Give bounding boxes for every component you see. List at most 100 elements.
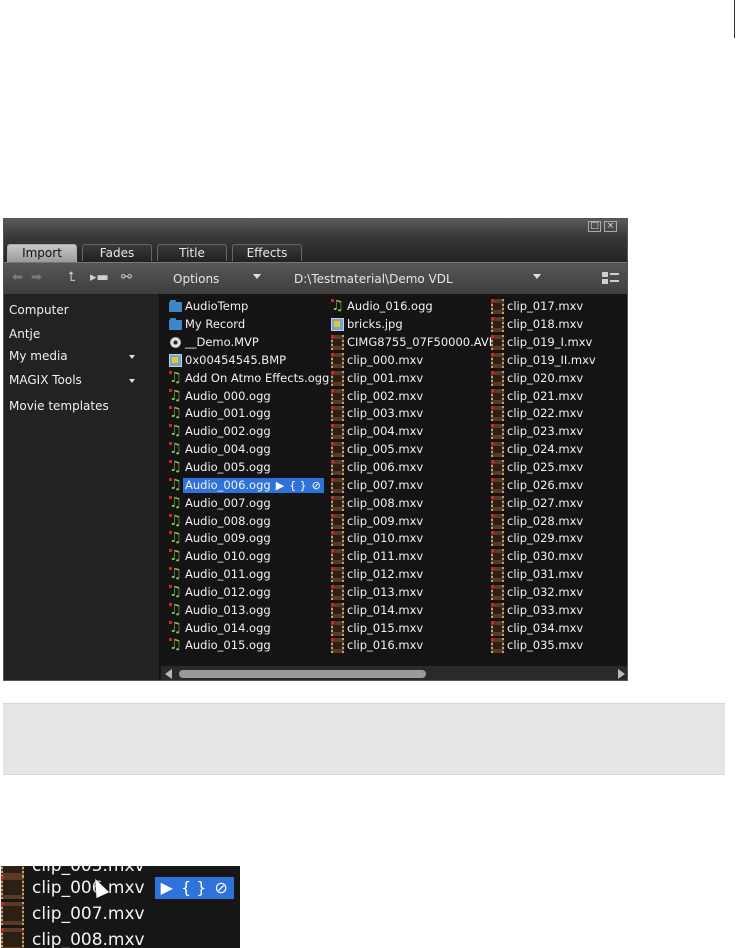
file-item[interactable]: ♫ Audio_006.ogg ▶ { } ⊘ bbox=[169, 476, 329, 494]
file-item[interactable]: clip_015.mxv bbox=[331, 619, 492, 637]
file-item[interactable]: clip_029.mxv bbox=[491, 530, 596, 548]
file-item[interactable]: clip_026.mxv bbox=[491, 476, 596, 494]
file-name[interactable]: __Demo.MVP bbox=[185, 335, 259, 350]
path-dropdown-caret-icon[interactable] bbox=[533, 274, 541, 279]
file-item[interactable]: clip_013.mxv bbox=[331, 584, 492, 602]
file-item[interactable]: clip_035.mxv bbox=[491, 637, 596, 655]
file-item[interactable]: 0x00454545.BMP bbox=[169, 352, 329, 370]
file-item[interactable]: ♫ Audio_005.ogg bbox=[169, 459, 329, 477]
file-name[interactable]: clip_020.mxv bbox=[507, 371, 583, 386]
file-name[interactable]: Audio_001.ogg bbox=[185, 406, 271, 421]
file-item[interactable]: clip_020.mxv bbox=[491, 369, 596, 387]
file-item[interactable]: clip_025.mxv bbox=[491, 459, 596, 477]
file-item[interactable]: clip_005.mxv bbox=[331, 441, 492, 459]
file-item[interactable]: CIMG8755_07F50000.AVI bbox=[331, 334, 492, 352]
sidebar-item-movie-templates[interactable]: Movie templates bbox=[9, 398, 109, 414]
file-name[interactable]: clip_026.mxv bbox=[507, 478, 583, 493]
folder-view-icon[interactable]: ▸▬ bbox=[90, 271, 109, 285]
file-item[interactable]: clip_034.mxv bbox=[491, 619, 596, 637]
file-item[interactable]: clip_023.mxv bbox=[491, 423, 596, 441]
file-name[interactable]: clip_011.mxv bbox=[347, 549, 423, 564]
cancel-icon[interactable]: ⊘ bbox=[214, 878, 227, 897]
file-name[interactable]: Audio_009.ogg bbox=[185, 531, 271, 546]
file-item[interactable]: ♫ Audio_015.ogg bbox=[169, 637, 329, 655]
file-name[interactable]: clip_019_I.mxv bbox=[507, 335, 592, 350]
file-name[interactable]: Audio_011.ogg bbox=[185, 567, 271, 582]
file-item[interactable]: clip_003.mxv bbox=[331, 405, 492, 423]
file-name[interactable]: clip_013.mxv bbox=[347, 585, 423, 600]
file-name[interactable]: My Record bbox=[185, 317, 245, 332]
file-item[interactable]: clip_011.mxv bbox=[331, 548, 492, 566]
file-name[interactable]: bricks.jpg bbox=[347, 317, 403, 332]
file-name[interactable]: AudioTemp bbox=[185, 299, 248, 314]
file-item[interactable]: ♫ Audio_012.ogg bbox=[169, 584, 329, 602]
file-item[interactable]: ♫ Add On Atmo Effects.ogg bbox=[169, 369, 329, 387]
scrollbar-thumb[interactable] bbox=[179, 670, 426, 678]
file-item[interactable]: clip_028.mxv bbox=[491, 512, 596, 530]
options-menu[interactable]: Options bbox=[173, 271, 219, 287]
file-name[interactable]: clip_004.mxv bbox=[347, 424, 423, 439]
file-name[interactable]: Audio_014.ogg bbox=[185, 621, 271, 636]
file-name[interactable]: clip_006.mxv bbox=[347, 460, 423, 475]
file-name[interactable]: Audio_010.ogg bbox=[185, 549, 271, 564]
file-item[interactable]: ♫ Audio_013.ogg bbox=[169, 601, 329, 619]
file-name[interactable]: 0x00454545.BMP bbox=[185, 353, 286, 368]
file-name[interactable]: Audio_006.ogg bbox=[183, 477, 273, 493]
sidebar-item-computer[interactable]: Computer bbox=[9, 302, 69, 318]
file-name[interactable]: clip_002.mxv bbox=[347, 389, 423, 404]
file-name[interactable]: clip_017.mxv bbox=[507, 299, 583, 314]
file-item[interactable]: clip_001.mxv bbox=[331, 369, 492, 387]
file-item[interactable]: ♫ Audio_001.ogg bbox=[169, 405, 329, 423]
file-name[interactable]: clip_021.mxv bbox=[507, 389, 583, 404]
file-name[interactable]: clip_009.mxv bbox=[347, 514, 423, 529]
file-name[interactable]: clip_035.mxv bbox=[507, 638, 583, 653]
file-name[interactable]: clip_031.mxv bbox=[507, 567, 583, 582]
file-name[interactable]: clip_014.mxv bbox=[347, 603, 423, 618]
file-item[interactable]: clip_006.mxv bbox=[331, 459, 492, 477]
chevron-down-icon[interactable] bbox=[129, 379, 135, 383]
file-name[interactable]: clip_022.mxv bbox=[507, 406, 583, 421]
file-name[interactable]: clip_027.mxv bbox=[507, 496, 583, 511]
file-name[interactable]: clip_024.mxv bbox=[507, 442, 583, 457]
file-item[interactable]: clip_002.mxv bbox=[331, 387, 492, 405]
view-mode-icon[interactable] bbox=[602, 272, 619, 285]
chevron-down-icon[interactable] bbox=[129, 355, 135, 359]
file-item[interactable]: ♫ Audio_016.ogg bbox=[331, 298, 492, 316]
file-item[interactable]: My Record bbox=[169, 316, 329, 334]
folder-up-icon[interactable]: ⮤ bbox=[68, 271, 76, 285]
file-name[interactable]: Audio_012.ogg bbox=[185, 585, 271, 600]
braces-icon[interactable]: { } bbox=[289, 479, 307, 492]
file-name[interactable]: clip_005.mxv bbox=[347, 442, 423, 457]
file-name[interactable]: clip_034.mxv bbox=[507, 621, 583, 636]
file-name[interactable]: Audio_013.ogg bbox=[185, 603, 271, 618]
file-item[interactable]: ♫ Audio_004.ogg bbox=[169, 441, 329, 459]
file-name[interactable]: Audio_008.ogg bbox=[185, 514, 271, 529]
sidebar-item-my-media[interactable]: My media bbox=[9, 348, 68, 364]
sidebar-item-antje[interactable]: Antje bbox=[9, 326, 40, 342]
file-name[interactable]: clip_016.mxv bbox=[347, 638, 423, 653]
back-arrow-icon[interactable]: ⬅ bbox=[12, 271, 23, 285]
scroll-right-icon[interactable] bbox=[618, 669, 625, 679]
file-item[interactable]: AudioTemp bbox=[169, 298, 329, 316]
file-item[interactable]: ♫ Audio_011.ogg bbox=[169, 566, 329, 584]
tab-import[interactable]: Import bbox=[7, 244, 77, 262]
file-item[interactable]: ♫ Audio_009.ogg bbox=[169, 530, 329, 548]
file-item[interactable]: clip_027.mxv bbox=[491, 494, 596, 512]
file-item[interactable]: __Demo.MVP bbox=[169, 334, 329, 352]
close-icon[interactable]: × bbox=[604, 221, 617, 232]
file-name[interactable]: Audio_005.ogg bbox=[185, 460, 271, 475]
file-name[interactable]: CIMG8755_07F50000.AVI bbox=[347, 335, 492, 350]
file-item[interactable]: clip_008.mxv bbox=[331, 494, 492, 512]
file-name[interactable]: clip_008.mxv bbox=[347, 496, 423, 511]
tab-effects[interactable]: Effects bbox=[232, 244, 302, 261]
file-item[interactable]: clip_030.mxv bbox=[491, 548, 596, 566]
file-item[interactable]: ♫ Audio_002.ogg bbox=[169, 423, 329, 441]
braces-icon[interactable]: { } bbox=[181, 878, 206, 897]
sidebar-item-magix-tools[interactable]: MAGIX Tools bbox=[9, 372, 82, 388]
file-name[interactable]: clip_023.mxv bbox=[507, 424, 583, 439]
file-name[interactable]: clip_000.mxv bbox=[347, 353, 423, 368]
file-name[interactable]: Audio_004.ogg bbox=[185, 442, 271, 457]
file-name[interactable]: clip_032.mxv bbox=[507, 585, 583, 600]
file-name[interactable]: clip_015.mxv bbox=[347, 621, 423, 636]
file-item[interactable]: clip_014.mxv bbox=[331, 601, 492, 619]
